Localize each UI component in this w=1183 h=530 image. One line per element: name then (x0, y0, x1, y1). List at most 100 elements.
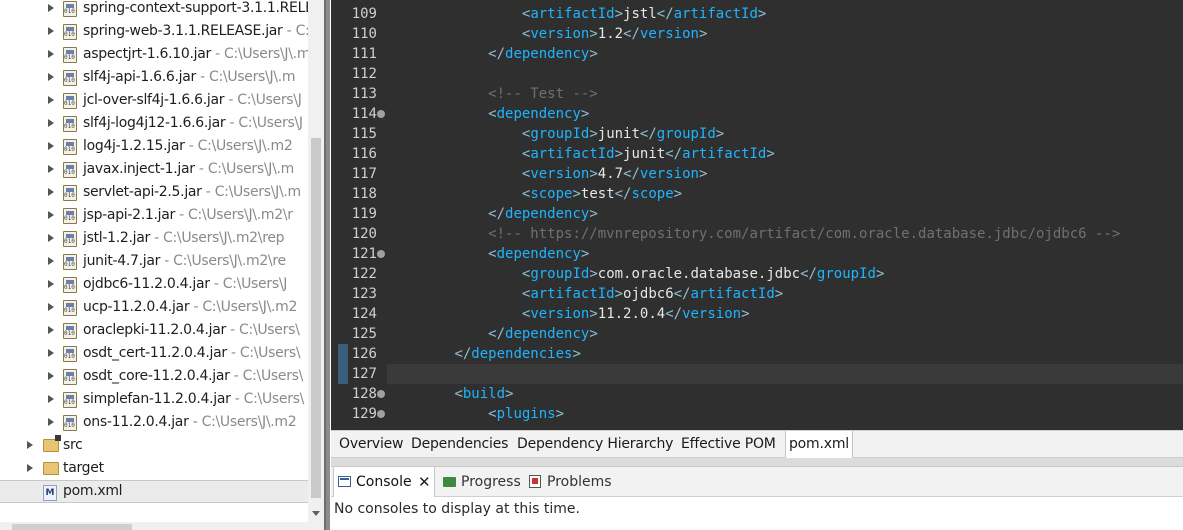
tree-item[interactable]: ojdbc6-11.2.0.4.jar - C:\Users\J (0, 273, 308, 296)
expand-arrow-icon[interactable] (48, 96, 54, 104)
expand-arrow-icon[interactable] (27, 441, 33, 449)
tab-overview[interactable]: Overview (339, 431, 404, 458)
code-token: </ (488, 326, 506, 342)
view-tab-label: Console (356, 474, 412, 490)
tree-item-label: slf4j-log4j12-1.6.6.jar - C:\Users\J (83, 112, 303, 135)
line-number: 117 (351, 166, 377, 182)
code-line[interactable]: <!-- Test --> (387, 84, 1183, 104)
xml-editor[interactable]: 109 110 111 112 113 114 115 116 117 118 119 120 121 1… (331, 0, 1183, 430)
code-line[interactable] (387, 64, 1183, 84)
tree-item[interactable]: jstl-1.2.jar - C:\Users\J\.m2\rep (0, 227, 308, 250)
tree-item[interactable]: jcl-over-slf4j-1.6.6.jar - C:\Users\J (0, 89, 308, 112)
tree-item[interactable]: Mpom.xml (0, 480, 308, 503)
code-line[interactable]: <groupId>com.oracle.database.jdbc</group… (387, 264, 1183, 284)
code-line[interactable]: </dependency> (387, 204, 1183, 224)
code-token: </ (800, 266, 817, 282)
code-line[interactable]: <artifactId>ojdbc6</artifactId> (387, 284, 1183, 304)
expand-arrow-icon[interactable] (48, 119, 54, 127)
expand-arrow-icon[interactable] (48, 418, 54, 426)
line-number: 123 (351, 286, 377, 302)
tab-effective-pom[interactable]: Effective POM (681, 431, 776, 458)
code-line[interactable]: <artifactId>jstl</artifactId> (387, 4, 1183, 24)
fold-toggle-icon[interactable] (377, 390, 385, 398)
tab-progress[interactable]: Progress (439, 467, 521, 497)
close-icon[interactable]: ✕ (418, 467, 431, 497)
tree-item[interactable]: javax.inject-1.jar - C:\Users\J\.m (0, 158, 308, 181)
code-line[interactable]: <!-- https://mvnrepository.com/artifact/… (387, 224, 1183, 244)
code-line[interactable]: <version>11.2.0.4</version> (387, 304, 1183, 324)
code-line[interactable]: <build> (387, 384, 1183, 404)
expand-arrow-icon[interactable] (48, 326, 54, 334)
code-line[interactable]: <dependency> (387, 244, 1183, 264)
expand-arrow-icon[interactable] (48, 27, 54, 35)
tree-item[interactable]: junit-4.7.jar - C:\Users\J\.m2\re (0, 250, 308, 273)
expand-arrow-icon[interactable] (48, 303, 54, 311)
expand-arrow-icon[interactable] (48, 257, 54, 265)
expand-arrow-icon[interactable] (48, 372, 54, 380)
expand-arrow-icon[interactable] (48, 211, 54, 219)
tree-item[interactable]: osdt_cert-11.2.0.4.jar - C:\Users\ (0, 342, 308, 365)
code-line[interactable]: </dependencies> (387, 344, 1183, 364)
tree-item[interactable]: spring-web-3.1.1.RELEASE.jar - C: (0, 20, 308, 43)
code-token: plugins (496, 406, 556, 422)
tree-item[interactable]: slf4j-log4j12-1.6.6.jar - C:\Users\J (0, 112, 308, 135)
expand-arrow-icon[interactable] (48, 234, 54, 242)
code-line[interactable]: <version>1.2</version> (387, 24, 1183, 44)
fold-toggle-icon[interactable] (377, 110, 385, 118)
code-line[interactable]: <version>4.7</version> (387, 164, 1183, 184)
code-line[interactable]: <scope>test</scope> (387, 184, 1183, 204)
pom-editor-tabs: Overview Dependencies Dependency Hierarchy… (331, 430, 1183, 458)
code-line[interactable]: <groupId>junit</groupId> (387, 124, 1183, 144)
line-number: 124 (351, 306, 377, 322)
expand-arrow-icon[interactable] (48, 280, 54, 288)
tree-item[interactable]: jsp-api-2.1.jar - C:\Users\J\.m2\r (0, 204, 308, 227)
tab-dependency-hierarchy[interactable]: Dependency Hierarchy (517, 431, 673, 458)
code-token: > (698, 26, 708, 42)
tab-pom-xml[interactable]: pom.xml (785, 431, 853, 458)
item-name: target (63, 460, 104, 476)
tab-problems[interactable]: Problems (525, 467, 625, 497)
code-line[interactable]: <plugins> (387, 404, 1183, 424)
tree-item[interactable]: ons-11.2.0.4.jar - C:\Users\J\.m2 (0, 411, 308, 434)
tree-item[interactable]: simplefan-11.2.0.4.jar - C:\Users\ (0, 388, 308, 411)
horizontal-scrollbar[interactable] (0, 522, 308, 530)
tree-item[interactable]: servlet-api-2.5.jar - C:\Users\J\.m (0, 181, 308, 204)
code-line[interactable]: </dependency> (387, 324, 1183, 344)
tree-item[interactable]: target (0, 457, 308, 480)
tree-item[interactable]: slf4j-api-1.6.6.jar - C:\Users\J\.m (0, 66, 308, 89)
tree-item[interactable]: aspectjrt-1.6.10.jar - C:\Users\J\.m (0, 43, 308, 66)
tree-item[interactable]: osdt_core-11.2.0.4.jar - C:\Users\ (0, 365, 308, 388)
code-line[interactable] (387, 364, 1183, 384)
code-line[interactable]: <artifactId>junit</artifactId> (387, 144, 1183, 164)
tab-dependencies[interactable]: Dependencies (411, 431, 508, 458)
tree-item[interactable]: src (0, 434, 308, 457)
expand-arrow-icon[interactable] (48, 188, 54, 196)
code-line[interactable]: <dependency> (387, 104, 1183, 124)
tree-item[interactable]: ucp-11.2.0.4.jar - C:\Users\J\.m2 (0, 296, 308, 319)
tree-item[interactable]: oraclepki-11.2.0.4.jar - C:\Users\ (0, 319, 308, 342)
expand-arrow-icon[interactable] (48, 50, 54, 58)
tab-console[interactable]: Console ✕ (333, 467, 435, 497)
expand-arrow-icon[interactable] (48, 395, 54, 403)
package-explorer: spring-context-support-3.1.1.RELE spring-… (0, 0, 324, 530)
fold-toggle-icon[interactable] (377, 410, 385, 418)
code-token: > (572, 346, 581, 362)
code-line[interactable]: </dependency> (387, 44, 1183, 64)
fold-toggle-icon[interactable] (377, 250, 385, 258)
scrollbar-thumb[interactable] (311, 138, 321, 498)
tree-item[interactable]: spring-context-support-3.1.1.RELE (0, 0, 308, 20)
expand-arrow-icon[interactable] (48, 4, 54, 12)
expand-arrow-icon[interactable] (48, 165, 54, 173)
item-path: - C:\Users\ (230, 391, 305, 407)
expand-arrow-icon[interactable] (48, 73, 54, 81)
tree-item-label: simplefan-11.2.0.4.jar - C:\Users\ (83, 388, 304, 411)
vertical-scrollbar[interactable] (308, 0, 324, 530)
scroll-down-arrow-icon[interactable] (312, 511, 320, 516)
tree-item[interactable]: log4j-1.2.15.jar - C:\Users\J\.m2 (0, 135, 308, 158)
horizontal-scrollbar-thumb[interactable] (12, 524, 132, 530)
expand-arrow-icon[interactable] (27, 464, 33, 472)
expand-arrow-icon[interactable] (48, 142, 54, 150)
expand-arrow-icon[interactable] (48, 349, 54, 357)
